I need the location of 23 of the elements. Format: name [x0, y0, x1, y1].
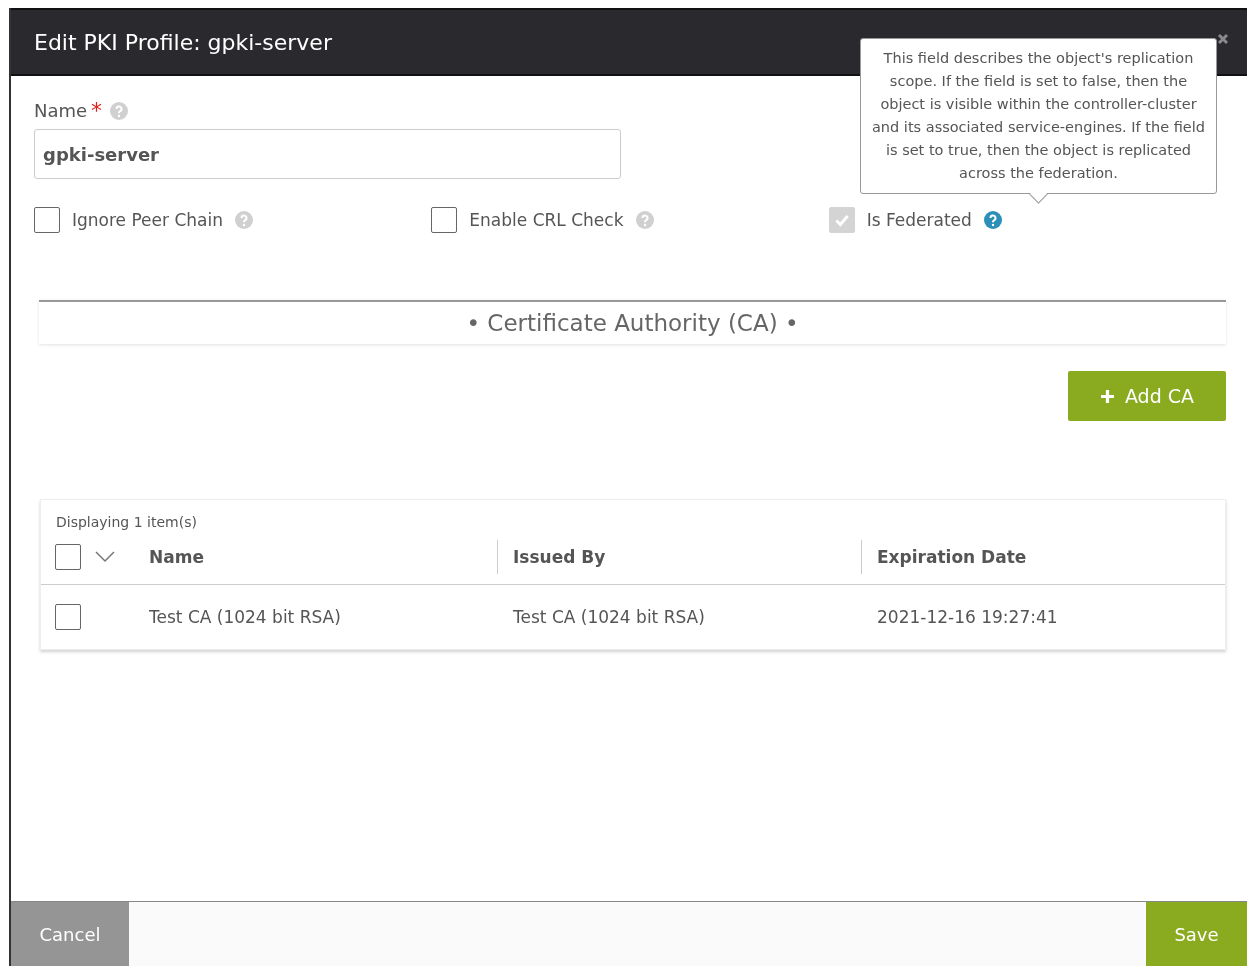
checkbox-label: Ignore Peer Chain	[72, 210, 223, 230]
item-count: Displaying 1 item(s)	[55, 514, 198, 530]
table-cell: Test CA (1024 bit RSA)	[513, 607, 705, 627]
select-all-checkbox[interactable]	[55, 544, 81, 570]
window-title: Edit PKI Profile: gpki-server	[34, 29, 333, 55]
checkbox[interactable]	[34, 207, 60, 233]
caret-icon[interactable]	[95, 551, 115, 563]
tooltip-text: This field describes the object's replication scope. If the field is set to false, then the object is visible within the controller-cluster and its associated service-engines. If the field is set to true, then the object is replicated across the federation.	[872, 50, 1205, 181]
column-header[interactable]: Name	[149, 547, 204, 567]
table-cell: 2021-12-16 19:27:41	[877, 607, 1058, 627]
close-icon[interactable]	[1217, 33, 1229, 45]
required-mark: *	[91, 98, 103, 123]
row-checkbox[interactable]	[55, 604, 81, 630]
field-label: Name	[34, 100, 88, 121]
checkbox-label: Enable CRL Check	[469, 210, 624, 230]
column-header[interactable]: Issued By	[513, 547, 606, 567]
column-header[interactable]: Expiration Date	[877, 547, 1027, 567]
plus-icon	[1099, 388, 1115, 404]
checkbox[interactable]	[431, 207, 458, 233]
name-input[interactable]: gpki-server	[34, 129, 621, 179]
checkbox-label: Is Federated	[866, 210, 972, 230]
table-cell: Test CA (1024 bit RSA)	[149, 607, 341, 627]
section-title: • Certificate Authority (CA) •	[466, 310, 799, 336]
